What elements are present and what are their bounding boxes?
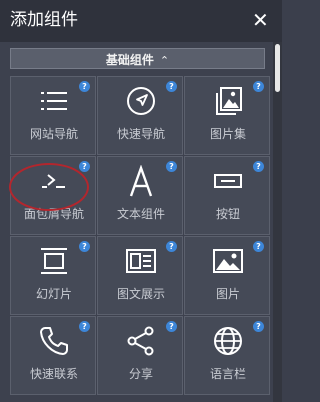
tile-picture[interactable]: ? 图片	[184, 236, 270, 315]
image-text-icon	[98, 245, 184, 281]
tile-label: 图文展示	[116, 287, 165, 301]
tile-label: 快速联系	[29, 367, 78, 381]
chevron-up-icon: ⌃	[159, 54, 170, 67]
tile-slideshow[interactable]: ? 幻灯片	[10, 236, 96, 315]
tile-share[interactable]: ? 分享	[97, 316, 183, 395]
scrollbar-thumb[interactable]	[275, 44, 280, 92]
tile-label: 快速导航	[116, 127, 165, 141]
navigation-arrow-icon	[98, 85, 184, 121]
tile-label: 文本组件	[116, 207, 165, 221]
globe-icon	[185, 325, 271, 361]
tile-label: 幻灯片	[35, 287, 72, 301]
tile-label: 图片集	[209, 127, 246, 141]
tile-breadcrumb-nav[interactable]: ? 面包屑导航	[10, 156, 96, 235]
scrollbar-track[interactable]	[273, 42, 282, 402]
tile-quick-contact[interactable]: ? 快速联系	[10, 316, 96, 395]
tile-language-bar[interactable]: ? 语言栏	[184, 316, 270, 395]
tile-quick-nav[interactable]: ? 快速导航	[97, 76, 183, 155]
component-grid: ? 网站导航 ? 快速导航 ? 图片集 ? 面包屑导航 ? 文本组件 ? 按钮 …	[10, 76, 271, 402]
share-icon	[98, 325, 184, 361]
tile-label: 按钮	[215, 207, 240, 221]
button-icon	[185, 165, 271, 201]
tile-text-component[interactable]: ? 文本组件	[97, 156, 183, 235]
tile-label: 面包屑导航	[23, 207, 84, 221]
tile-label: 网站导航	[29, 127, 78, 141]
image-gallery-icon	[185, 85, 271, 121]
panel-header: 添加组件 ✕	[0, 0, 282, 42]
basic-components-section-toggle[interactable]: 基础组件 ⌃	[10, 48, 265, 69]
list-icon	[11, 85, 97, 121]
picture-icon	[185, 245, 271, 281]
phone-icon	[11, 325, 97, 361]
close-icon[interactable]: ✕	[252, 10, 269, 30]
tile-label: 语言栏	[209, 367, 246, 381]
tile-image-gallery[interactable]: ? 图片集	[184, 76, 270, 155]
tile-image-text[interactable]: ? 图文展示	[97, 236, 183, 315]
panel-title: 添加组件	[10, 10, 78, 30]
text-a-icon	[98, 165, 184, 201]
tile-label: 图片	[215, 287, 240, 301]
tile-label: 分享	[128, 367, 153, 381]
slideshow-icon	[11, 245, 97, 281]
add-component-panel: 添加组件 ✕ 基础组件 ⌃ ? 网站导航 ? 快速导航 ? 图片集 ? 面包屑导…	[0, 0, 282, 402]
tile-website-nav[interactable]: ? 网站导航	[10, 76, 96, 155]
section-label: 基础组件	[105, 53, 154, 67]
tile-button[interactable]: ? 按钮	[184, 156, 270, 235]
terminal-prompt-icon	[11, 165, 97, 201]
